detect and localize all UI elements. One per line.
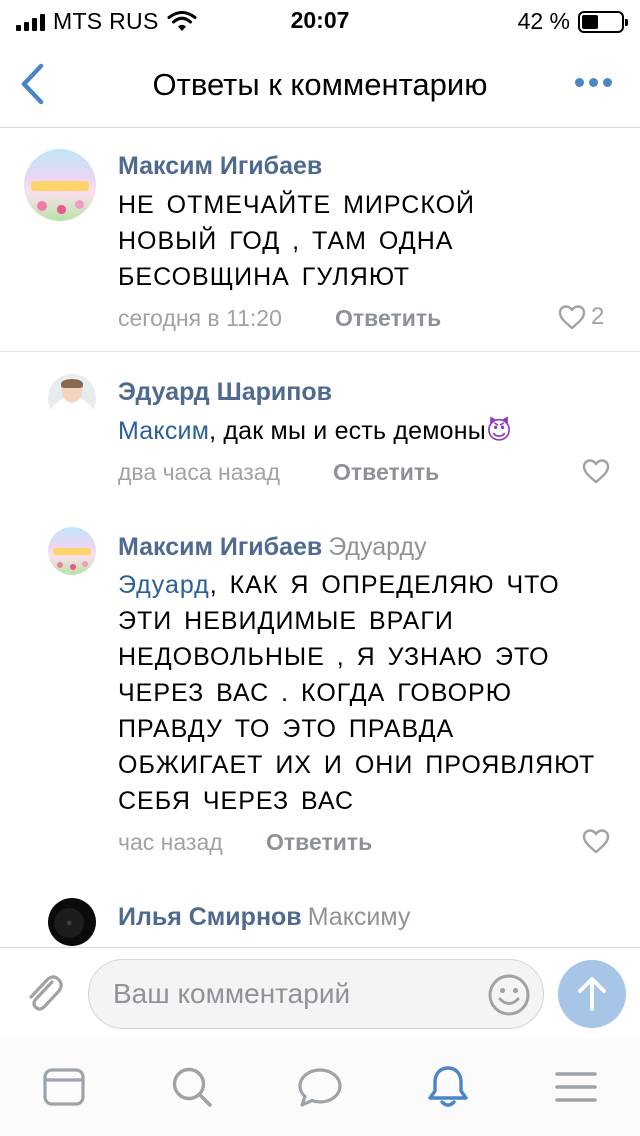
comment-composer	[0, 947, 640, 1039]
mention-link[interactable]: Максим	[118, 417, 209, 445]
comment-divider	[0, 351, 640, 352]
heart-icon	[582, 459, 610, 484]
battery-icon	[578, 10, 628, 33]
reply-button[interactable]: Ответить	[335, 305, 441, 332]
comment-author-name: Илья Смирнов	[118, 903, 302, 931]
comment-author[interactable]: Эдуард Шарипов	[118, 378, 332, 407]
like-button[interactable]	[581, 827, 615, 855]
send-arrow-icon	[578, 977, 606, 1011]
tab-menu[interactable]	[552, 1063, 600, 1111]
like-button[interactable]	[581, 457, 615, 485]
status-right: 42 %	[517, 8, 628, 35]
comment-text: НЕ ОТМЕЧАЙТЕ МИРСКОЙ НОВЫЙ ГОД , ТАМ ОДН…	[118, 187, 538, 295]
avatar[interactable]	[48, 374, 96, 422]
send-button[interactable]	[558, 960, 626, 1028]
search-icon	[172, 1067, 212, 1107]
mention-link[interactable]: Эдуард	[118, 571, 210, 599]
reply-to-label[interactable]: Эдуарду	[328, 533, 426, 561]
battery-percent: 42 %	[517, 8, 570, 34]
comment-text-body: , КАК Я ОПРЕДЕЛЯЮ ЧТО ЭТИ НЕВИДИМЫЕ ВРАГ…	[118, 571, 596, 815]
avatar[interactable]	[24, 149, 96, 221]
reply-button[interactable]: Ответить	[333, 459, 439, 486]
tab-news[interactable]	[40, 1063, 88, 1111]
menu-icon	[555, 1072, 597, 1102]
tab-notifications[interactable]	[424, 1063, 472, 1111]
devil-emoji: 😈	[485, 416, 513, 445]
like-button[interactable]: 2	[557, 303, 604, 331]
status-bar: MTS RUS 20:07 42 %	[0, 0, 640, 40]
heart-icon	[582, 829, 610, 854]
news-icon	[43, 1068, 85, 1106]
comment-text: Максим, дак мы и есть демоны😈	[118, 413, 618, 449]
comment-author-name: Максим Игибаев	[118, 533, 323, 561]
comment-text: Эдуард, КАК Я ОПРЕДЕЛЯЮ ЧТО ЭТИ НЕВИДИМЫ…	[118, 567, 608, 819]
page-title: Ответы к комментарию	[152, 67, 488, 102]
reply-to-label[interactable]: Максиму	[308, 903, 411, 931]
comment-input[interactable]	[113, 960, 473, 1028]
avatar[interactable]	[48, 898, 96, 946]
comment-time: два часа назад	[118, 459, 281, 485]
tab-bar	[0, 1039, 640, 1136]
comment-text-body: , дак мы и есть демоны	[209, 417, 486, 445]
nav-bar: Ответы к комментарию	[0, 40, 640, 128]
reply-button[interactable]: Ответить	[266, 829, 372, 856]
comment-time: час назад	[118, 829, 223, 855]
battery-fill	[582, 14, 598, 29]
more-dots-icon[interactable]	[575, 78, 612, 87]
heart-icon	[558, 305, 586, 330]
avatar[interactable]	[48, 527, 96, 575]
comment-author[interactable]: Илья Смирнов Максиму	[118, 903, 410, 932]
tab-search[interactable]	[168, 1063, 216, 1111]
messages-icon	[298, 1068, 342, 1107]
tab-messages[interactable]	[296, 1063, 344, 1111]
comment-author[interactable]: Максим Игибаев	[118, 152, 322, 181]
notifications-bell-icon	[428, 1066, 468, 1107]
comment-input-box[interactable]	[88, 959, 544, 1029]
comment-time: сегодня в 11:20	[118, 305, 282, 331]
comment-author[interactable]: Максим Игибаев Эдуарду	[118, 533, 427, 562]
paperclip-icon[interactable]	[22, 968, 66, 1016]
like-count: 2	[591, 303, 605, 330]
smile-icon[interactable]	[487, 973, 531, 1017]
comments-list[interactable]: Максим Игибаев НЕ ОТМЕЧАЙТЕ МИРСКОЙ НОВЫ…	[0, 129, 640, 947]
comment-text-body: НЕ ОТМЕЧАЙТЕ МИРСКОЙ НОВЫЙ ГОД , ТАМ ОДН…	[118, 191, 476, 291]
